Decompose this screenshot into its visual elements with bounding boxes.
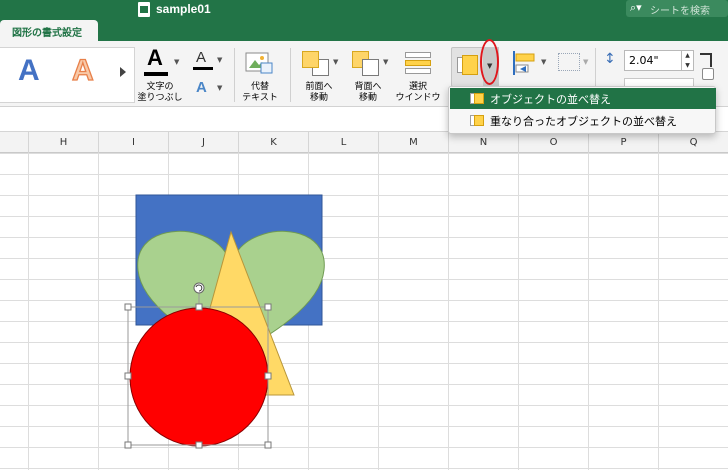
resize-handle [264,372,272,380]
resize-handle [264,441,272,449]
resize-handle [264,303,272,311]
reorder-objects-icon [470,92,484,105]
menu-item-reorder-objects[interactable]: オブジェクトの並べ替え [450,88,716,109]
reorder-objects-menu: オブジェクトの並べ替え 重なり合ったオブジェクトの並べ替え [448,86,716,134]
menu-item-reorder-overlapping[interactable]: 重なり合ったオブジェクトの並べ替え [450,110,716,131]
resize-handle [124,303,132,311]
circle-shape[interactable] [129,307,269,447]
reorder-overlapping-icon [470,114,484,127]
resize-handle [195,441,203,449]
excel-window: sample01 ⌕▾ シートを検索 図形の書式設定 A A A ▼ 文字の 塗… [0,0,728,470]
resize-handle [195,303,203,311]
resize-handle [124,441,132,449]
shape-layer [124,194,325,449]
resize-handle [124,372,132,380]
rotate-handle-icon[interactable] [193,282,205,294]
